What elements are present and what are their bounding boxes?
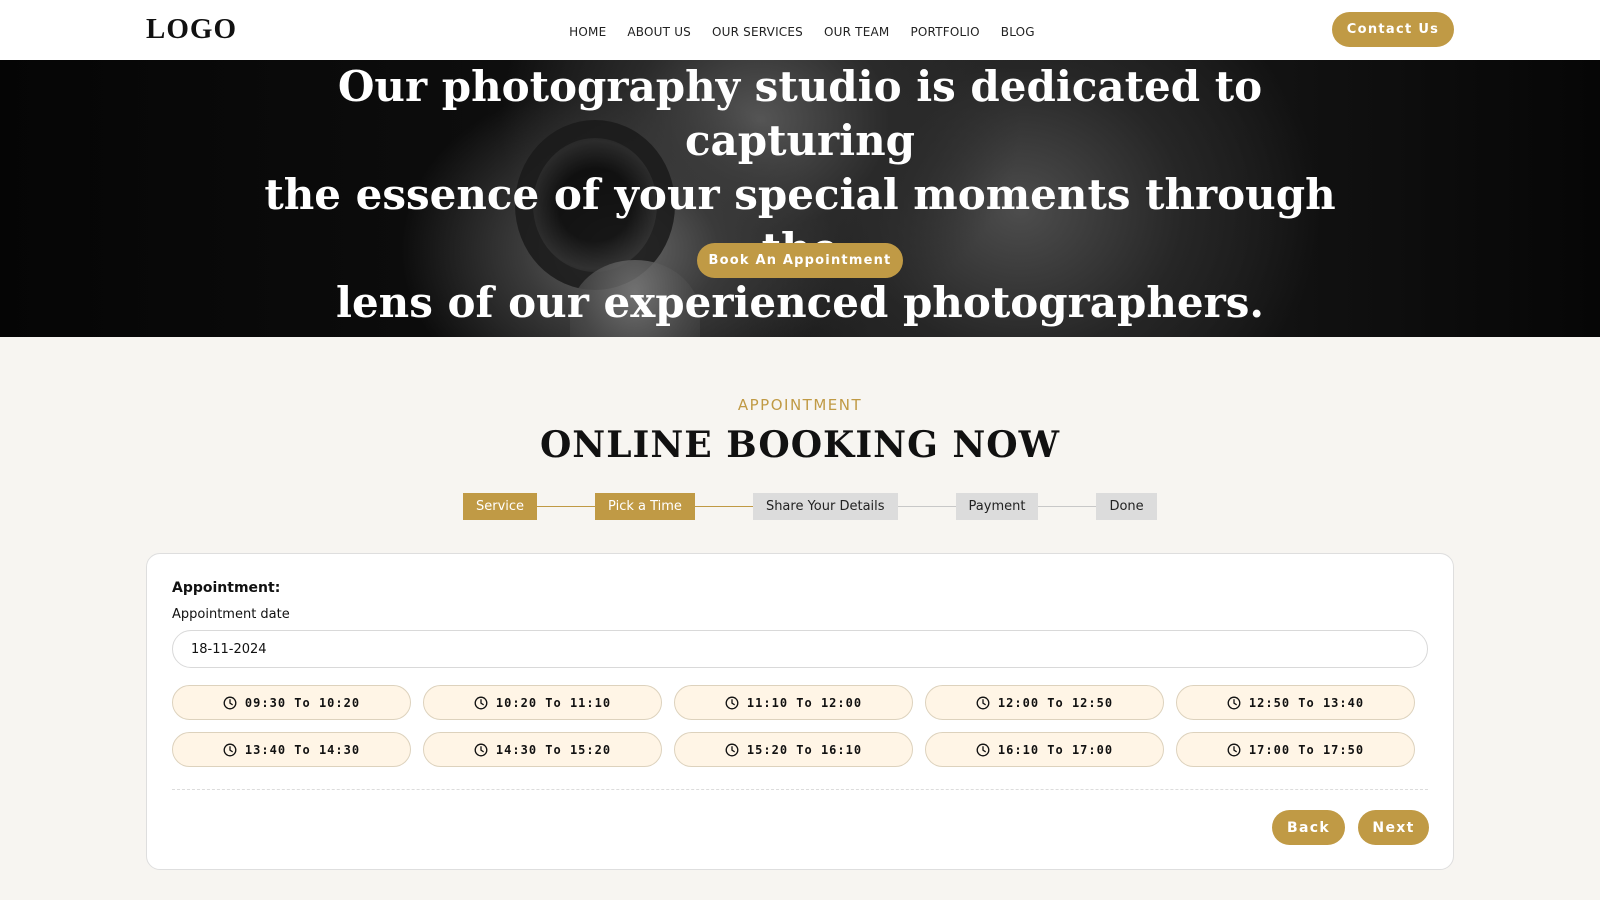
card-divider (172, 789, 1428, 790)
time-slot-label: 16:10 To 17:00 (997, 742, 1114, 757)
appointment-date-input[interactable] (172, 630, 1428, 668)
book-appointment-button[interactable]: Book An Appointment (697, 243, 903, 278)
section-subtitle: APPOINTMENT (737, 396, 863, 414)
time-slot-label: 17:00 To 17:50 (1248, 742, 1365, 757)
time-slot-button[interactable]: 17:00 To 17:50 (1176, 732, 1415, 767)
clock-icon (976, 696, 990, 709)
hero-heading-line: Our photography studio is dedicated to c… (337, 62, 1263, 165)
clock-icon (725, 743, 739, 756)
time-slot-button[interactable]: 12:50 To 13:40 (1176, 685, 1415, 720)
clock-icon (474, 696, 488, 709)
clock-icon (223, 696, 237, 709)
step-connector (694, 505, 753, 507)
time-slot-label: 09:30 To 10:20 (244, 695, 361, 710)
section-title: ONLINE BOOKING NOW (539, 424, 1061, 466)
nav-portfolio[interactable]: PORTFOLIO (910, 21, 979, 39)
clock-icon (474, 743, 488, 756)
time-slot-button[interactable]: 14:30 To 15:20 (423, 732, 662, 767)
step-share-your-details[interactable]: Share Your Details (752, 492, 898, 520)
contact-us-button[interactable]: Contact Us (1332, 12, 1454, 47)
time-slot-label: 11:10 To 12:00 (746, 695, 863, 710)
time-slot-button[interactable]: 11:10 To 12:00 (674, 685, 913, 720)
hero-heading: Our photography studio is dedicated to c… (250, 60, 1350, 330)
time-slot-label: 10:20 To 11:10 (495, 695, 612, 710)
step-connector (537, 505, 596, 507)
appointment-date-label: Appointment date (172, 607, 290, 622)
time-slot-label: 15:20 To 16:10 (746, 742, 863, 757)
step-service[interactable]: Service (463, 492, 538, 520)
step-pick-a-time[interactable]: Pick a Time (595, 492, 695, 520)
time-slot-label: 12:50 To 13:40 (1248, 695, 1365, 710)
nav-blog[interactable]: BLOG (1001, 21, 1035, 39)
clock-icon (1227, 696, 1241, 709)
booking-card: Appointment: Appointment date 09:30 To 1… (146, 553, 1454, 870)
nav-our-services[interactable]: OUR SERVICES (712, 21, 803, 39)
nav-our-team[interactable]: OUR TEAM (824, 21, 889, 39)
hero-banner: Our photography studio is dedicated to c… (0, 60, 1600, 337)
booking-steps: Service Pick a Time Share Your Details P… (463, 492, 1157, 520)
time-slot-label: 12:00 To 12:50 (997, 695, 1114, 710)
appointment-heading: Appointment: (172, 580, 281, 596)
nav-about-us[interactable]: ABOUT US (627, 21, 691, 39)
next-button[interactable]: Next (1358, 810, 1429, 845)
time-slot-label: 13:40 To 14:30 (244, 742, 361, 757)
site-header: LOGO HOME ABOUT US OUR SERVICES OUR TEAM… (0, 0, 1600, 60)
time-slot-button[interactable]: 12:00 To 12:50 (925, 685, 1164, 720)
back-button[interactable]: Back (1272, 810, 1345, 845)
clock-icon (725, 696, 739, 709)
hero-heading-line: lens of our experienced photographers. (335, 278, 1265, 327)
step-connector (897, 505, 956, 507)
time-slot-button[interactable]: 16:10 To 17:00 (925, 732, 1164, 767)
clock-icon (1227, 743, 1241, 756)
step-done[interactable]: Done (1096, 492, 1157, 520)
clock-icon (223, 743, 237, 756)
clock-icon (976, 743, 990, 756)
time-slot-button[interactable]: 09:30 To 10:20 (172, 685, 411, 720)
time-slot-button[interactable]: 13:40 To 14:30 (172, 732, 411, 767)
time-slot-label: 14:30 To 15:20 (495, 742, 612, 757)
time-slot-button[interactable]: 15:20 To 16:10 (674, 732, 913, 767)
step-connector (1038, 505, 1097, 507)
time-slot-button[interactable]: 10:20 To 11:10 (423, 685, 662, 720)
time-slots-grid: 09:30 To 10:20 10:20 To 11:10 11:10 To 1… (172, 685, 1428, 767)
nav-home[interactable]: HOME (569, 21, 606, 39)
step-payment[interactable]: Payment (955, 492, 1039, 520)
